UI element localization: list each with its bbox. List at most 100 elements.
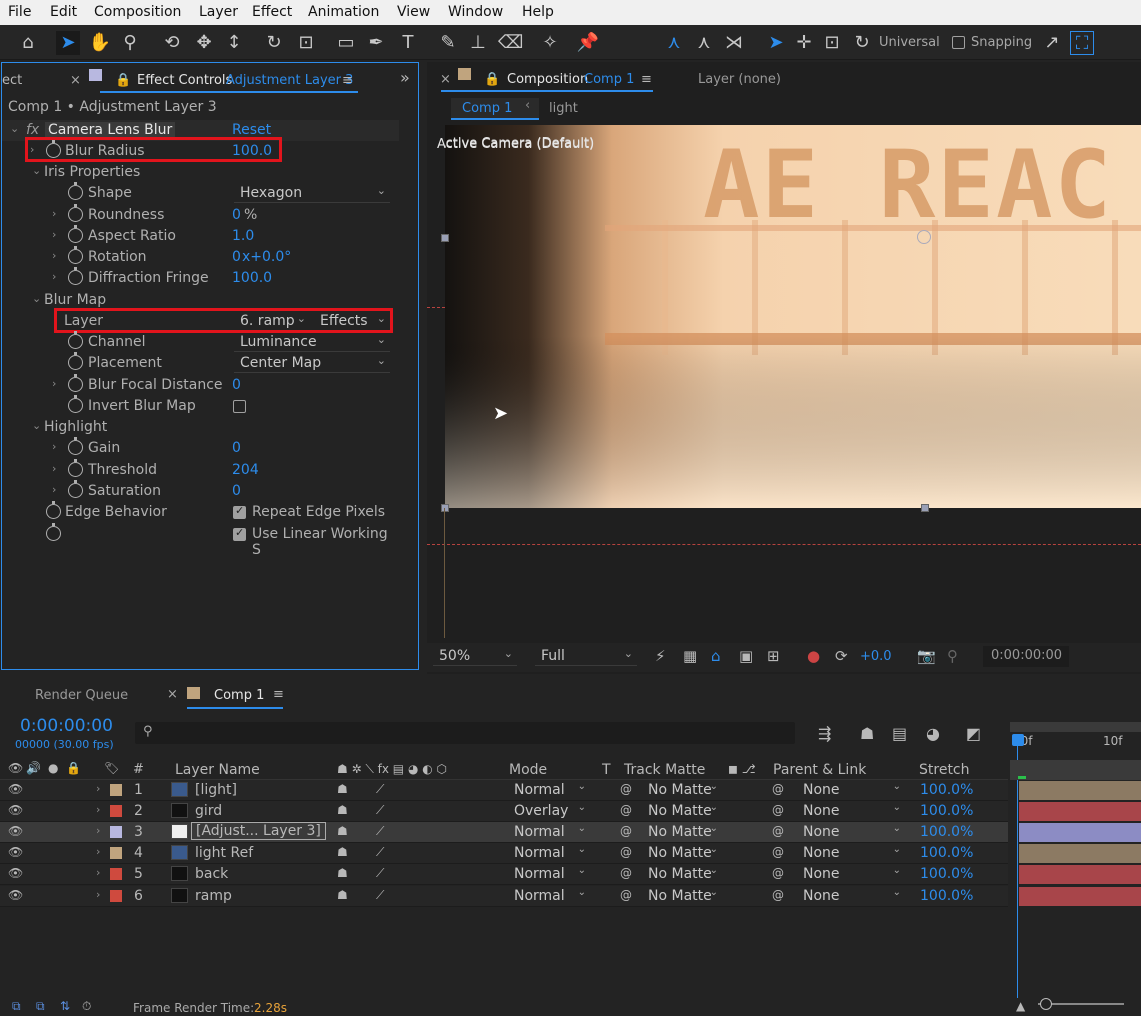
shape-dropdown[interactable]: Hexagon ⌄	[234, 184, 390, 203]
mask-visibility-icon[interactable]: ⌂	[711, 647, 721, 665]
snapshot-icon[interactable]: 📷	[917, 647, 936, 665]
pan-tool-icon[interactable]: ✥	[192, 31, 216, 55]
stopwatch-icon[interactable]	[68, 182, 83, 200]
effect-controls-layer-name[interactable]: Adjustment Layer 3	[226, 73, 353, 88]
quality-icon[interactable]: ⟋	[376, 782, 384, 797]
shy-icon[interactable]: ☗	[337, 866, 348, 880]
quality-icon[interactable]: ⟋	[376, 824, 384, 839]
snap-icon[interactable]: ↗	[1040, 31, 1064, 55]
work-area-bar[interactable]	[1010, 722, 1141, 732]
twirl-open-icon[interactable]: ⌄	[32, 419, 41, 432]
transparency-grid-icon[interactable]: ▦	[683, 647, 697, 665]
local-axis-icon[interactable]: ⋏	[662, 31, 686, 55]
region-of-interest-icon[interactable]: ▣	[739, 647, 753, 665]
shy-icon[interactable]: ☗	[337, 824, 348, 838]
label-color-swatch[interactable]	[110, 847, 122, 859]
channel-dropdown[interactable]: Luminance ⌄	[234, 333, 390, 352]
parent-dropdown[interactable]: None ⌄	[797, 822, 903, 841]
eye-icon[interactable]: 👁	[8, 782, 23, 796]
brush-tool-icon[interactable]: ✎	[436, 31, 460, 55]
transform-handle[interactable]	[441, 504, 449, 512]
twirl-closed-icon[interactable]: ›	[96, 824, 100, 837]
stopwatch-icon[interactable]	[46, 523, 61, 541]
resolution-dropdown[interactable]: Full ⌄	[535, 647, 637, 666]
twirl-closed-icon[interactable]: ›	[52, 377, 56, 390]
twirl-open-icon[interactable]: ⌄	[10, 122, 19, 135]
parent-pickwhip-icon[interactable]: @	[772, 845, 784, 859]
shy-icon[interactable]: ☗	[337, 803, 348, 817]
universal-label[interactable]: Universal	[879, 35, 940, 50]
shy-icon[interactable]: ☗	[337, 845, 348, 859]
pickwhip-icon[interactable]: @	[620, 888, 632, 902]
twirl-closed-icon[interactable]: ›	[96, 888, 100, 901]
zoom-dropdown[interactable]: 50% ⌄	[433, 647, 517, 666]
render-queue-tab[interactable]: Render Queue	[35, 688, 128, 703]
selection-tool-icon[interactable]: ➤	[56, 31, 80, 55]
frame-blending-icon[interactable]: ▤	[892, 724, 907, 743]
orbit-tool-icon[interactable]: ⟲	[160, 31, 184, 55]
iris-properties-row[interactable]: ⌄ Iris Properties	[2, 162, 399, 183]
mode-dropdown[interactable]: Normal ⌄	[508, 780, 588, 799]
clone-stamp-tool-icon[interactable]: ⊥	[466, 31, 490, 55]
track-matte-dropdown[interactable]: No Matte ⌄	[642, 864, 720, 883]
timeline-current-time[interactable]: 0:00:00:00	[20, 716, 113, 736]
label-color-swatch[interactable]	[110, 868, 122, 880]
exposure-value[interactable]: +0.0	[860, 649, 892, 664]
motion-blur-icon[interactable]: ◕	[926, 724, 940, 743]
track-matte-dropdown[interactable]: No Matte ⌄	[642, 801, 720, 820]
fast-preview-icon[interactable]: ⚡	[655, 647, 666, 665]
shy-icon[interactable]: ☗	[337, 888, 348, 902]
highlight-row[interactable]: ⌄ Highlight	[2, 417, 399, 438]
layer-name[interactable]: back	[195, 866, 228, 882]
quality-icon[interactable]: ⟋	[376, 803, 384, 818]
eye-icon[interactable]: 👁	[8, 803, 23, 817]
close-icon[interactable]: ×	[167, 687, 178, 702]
expand-icon[interactable]: ⛶	[1070, 31, 1094, 55]
menu-layer[interactable]: Layer	[199, 4, 238, 20]
stretch-value[interactable]: 100.0%	[920, 824, 973, 840]
stopwatch-icon[interactable]	[68, 437, 83, 455]
composition-viewer[interactable]: AE REAC Active Camera (Default)	[445, 125, 1141, 508]
stopwatch-icon[interactable]	[68, 395, 83, 413]
zoom-out-icon[interactable]: ▲	[1016, 999, 1025, 1013]
mode-dropdown[interactable]: Normal ⌄	[508, 886, 588, 905]
lock-icon[interactable]: 🔒	[115, 73, 131, 88]
stopwatch-icon[interactable]	[68, 225, 83, 243]
layer-duration-bar[interactable]	[1019, 781, 1141, 800]
threshold-value[interactable]: 204	[232, 462, 259, 478]
layer-duration-bar[interactable]	[1019, 865, 1141, 884]
effect-name[interactable]: Camera Lens Blur	[45, 122, 176, 138]
layer-duration-bar[interactable]	[1019, 844, 1141, 863]
parent-pickwhip-icon[interactable]: @	[772, 803, 784, 817]
stopwatch-icon[interactable]	[68, 204, 83, 222]
parent-pickwhip-icon[interactable]: @	[772, 866, 784, 880]
table-row[interactable]: 👁 › 5 back ☗ ⟋ Normal ⌄ @ No Matte ⌄ @ N…	[0, 864, 1008, 885]
composition-mini-flowchart-icon[interactable]: ⇶	[818, 724, 831, 743]
stopwatch-icon[interactable]	[68, 331, 83, 349]
render-time-icon[interactable]: ⏱	[82, 999, 91, 1014]
pickwhip-icon[interactable]: @	[620, 845, 632, 859]
gain-value[interactable]: 0	[232, 440, 241, 456]
pickwhip-icon[interactable]: @	[620, 803, 632, 817]
type-tool-icon[interactable]: T	[396, 31, 420, 55]
comp-nav-comp1[interactable]: Comp 1	[462, 101, 512, 116]
table-row[interactable]: 👁 › 3 [Adjust... Layer 3] ☗ ⟋ Normal ⌄ @…	[0, 822, 1008, 843]
eye-icon[interactable]: 👁	[8, 824, 23, 838]
stretch-value[interactable]: 100.0%	[920, 803, 973, 819]
menu-window[interactable]: Window	[448, 4, 503, 20]
track-matte-dropdown[interactable]: No Matte ⌄	[642, 886, 720, 905]
effect-controls-tab[interactable]: Effect Controls	[137, 73, 232, 88]
label-color-swatch[interactable]	[110, 784, 122, 796]
fx-icon[interactable]: fx	[26, 122, 39, 138]
project-tab[interactable]: ect	[2, 73, 22, 88]
playhead-handle[interactable]	[1012, 734, 1024, 746]
track-matte-dropdown[interactable]: No Matte ⌄	[642, 780, 720, 799]
world-axis-icon[interactable]: ⋏	[692, 31, 716, 55]
parent-pickwhip-icon[interactable]: @	[772, 782, 784, 796]
menu-view[interactable]: View	[397, 4, 430, 20]
twirl-closed-icon[interactable]: ›	[96, 803, 100, 816]
twirl-closed-icon[interactable]: ›	[52, 207, 56, 220]
anchor-point-icon[interactable]	[917, 230, 931, 244]
hand-tool-icon[interactable]: ✋	[88, 31, 112, 55]
video-toggle-icon[interactable]: 👁	[8, 761, 23, 775]
